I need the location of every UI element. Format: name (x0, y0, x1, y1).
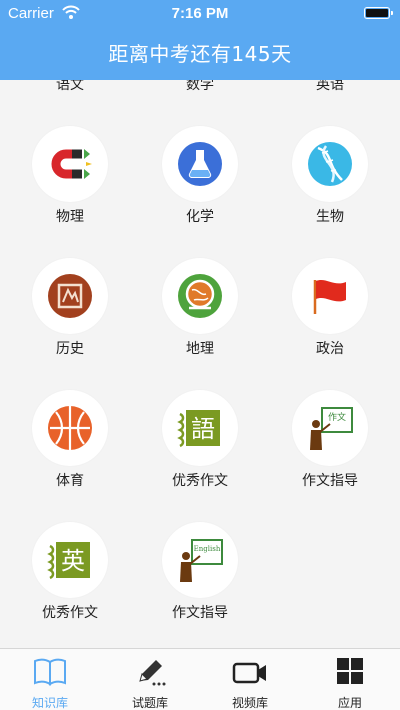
tab-label: 知识库 (31, 696, 68, 710)
pencil-icon (139, 660, 166, 686)
chinese-essay-badge: 語 (191, 415, 215, 443)
subject-cell-physics[interactable]: 物理 (15, 126, 125, 246)
subject-label: 优秀作文 (172, 473, 228, 489)
tab-label: 试题库 (131, 696, 168, 710)
tab-apps[interactable]: 应用 (300, 649, 400, 710)
app-header: Carrier 7:16 PM 距离中考还有145天 (0, 0, 400, 80)
tab-knowledge[interactable]: 知识库 (0, 649, 100, 710)
subject-cell-geography[interactable]: 地理 (145, 258, 255, 378)
status-bar: Carrier 7:16 PM (0, 0, 400, 28)
teacher-board-english-icon: English (162, 522, 238, 598)
subject-cell-essay-guide[interactable]: 作文 作文指导 (275, 390, 385, 510)
tab-label: 应用 (337, 696, 362, 710)
subject-label: 作文指导 (302, 473, 358, 489)
status-time: 7:16 PM (171, 5, 229, 22)
battery-icon (364, 7, 393, 19)
subject-cell-english-essay[interactable]: 英 优秀作文 (15, 522, 125, 642)
chinese-essay-icon: 語 (162, 390, 238, 466)
subject-label: 体育 (56, 473, 84, 489)
basketball-icon (32, 390, 108, 466)
english-essay-badge: 英 (61, 547, 85, 575)
subject-label: 物理 (56, 209, 84, 225)
subject-label: 地理 (186, 341, 214, 357)
essay-guide-english-board-text: English (194, 545, 221, 553)
english-essay-icon: 英 (32, 522, 108, 598)
flask-icon (162, 126, 238, 202)
subject-label: 英语 (316, 80, 344, 93)
subject-label: 数学 (186, 80, 214, 93)
tab-videos[interactable]: 视频库 (200, 649, 300, 710)
book-icon (34, 658, 66, 686)
subject-cell-politics[interactable]: 政治 (275, 258, 385, 378)
subject-label: 政治 (316, 341, 344, 357)
subject-cell-essay-guide-english[interactable]: English 作文指导 (145, 522, 255, 642)
globe-icon (162, 258, 238, 334)
tab-bar: 知识库 试题库 视频库 应用 (0, 648, 400, 710)
subject-label: 历史 (56, 341, 84, 357)
subject-label: 优秀作文 (42, 605, 98, 621)
subject-cell-chinese[interactable]: 语文 (15, 80, 125, 114)
tab-label: 视频库 (231, 696, 268, 710)
subject-cell-pe[interactable]: 体育 (15, 390, 125, 510)
essay-guide-board-text: 作文 (328, 411, 346, 423)
subject-cell-history[interactable]: 历史 (15, 258, 125, 378)
subject-cell-biology[interactable]: 生物 (275, 126, 385, 246)
magnet-icon (32, 126, 108, 202)
tab-questions[interactable]: 试题库 (100, 649, 200, 710)
subject-label: 语文 (56, 80, 84, 93)
subject-cell-english[interactable]: 英语 (275, 80, 385, 114)
dna-icon (292, 126, 368, 202)
grid-icon (337, 658, 363, 684)
flag-icon (292, 258, 368, 334)
history-icon (32, 258, 108, 334)
teacher-board-icon: 作文 (292, 390, 368, 466)
subject-label: 作文指导 (172, 605, 228, 621)
page-title: 距离中考还有145天 (108, 42, 292, 66)
video-camera-icon (232, 662, 266, 684)
subject-label: 生物 (316, 209, 344, 225)
subject-cell-chinese-essay[interactable]: 語 优秀作文 (145, 390, 255, 510)
subject-cell-chemistry[interactable]: 化学 (145, 126, 255, 246)
subject-label: 化学 (186, 209, 214, 225)
subject-grid-scroll[interactable]: 语文 数学 英语 物理 化学 生物 历史 地理 政治 体育 語 优秀作文 作文 … (0, 80, 400, 648)
subject-cell-math[interactable]: 数学 (145, 80, 255, 114)
